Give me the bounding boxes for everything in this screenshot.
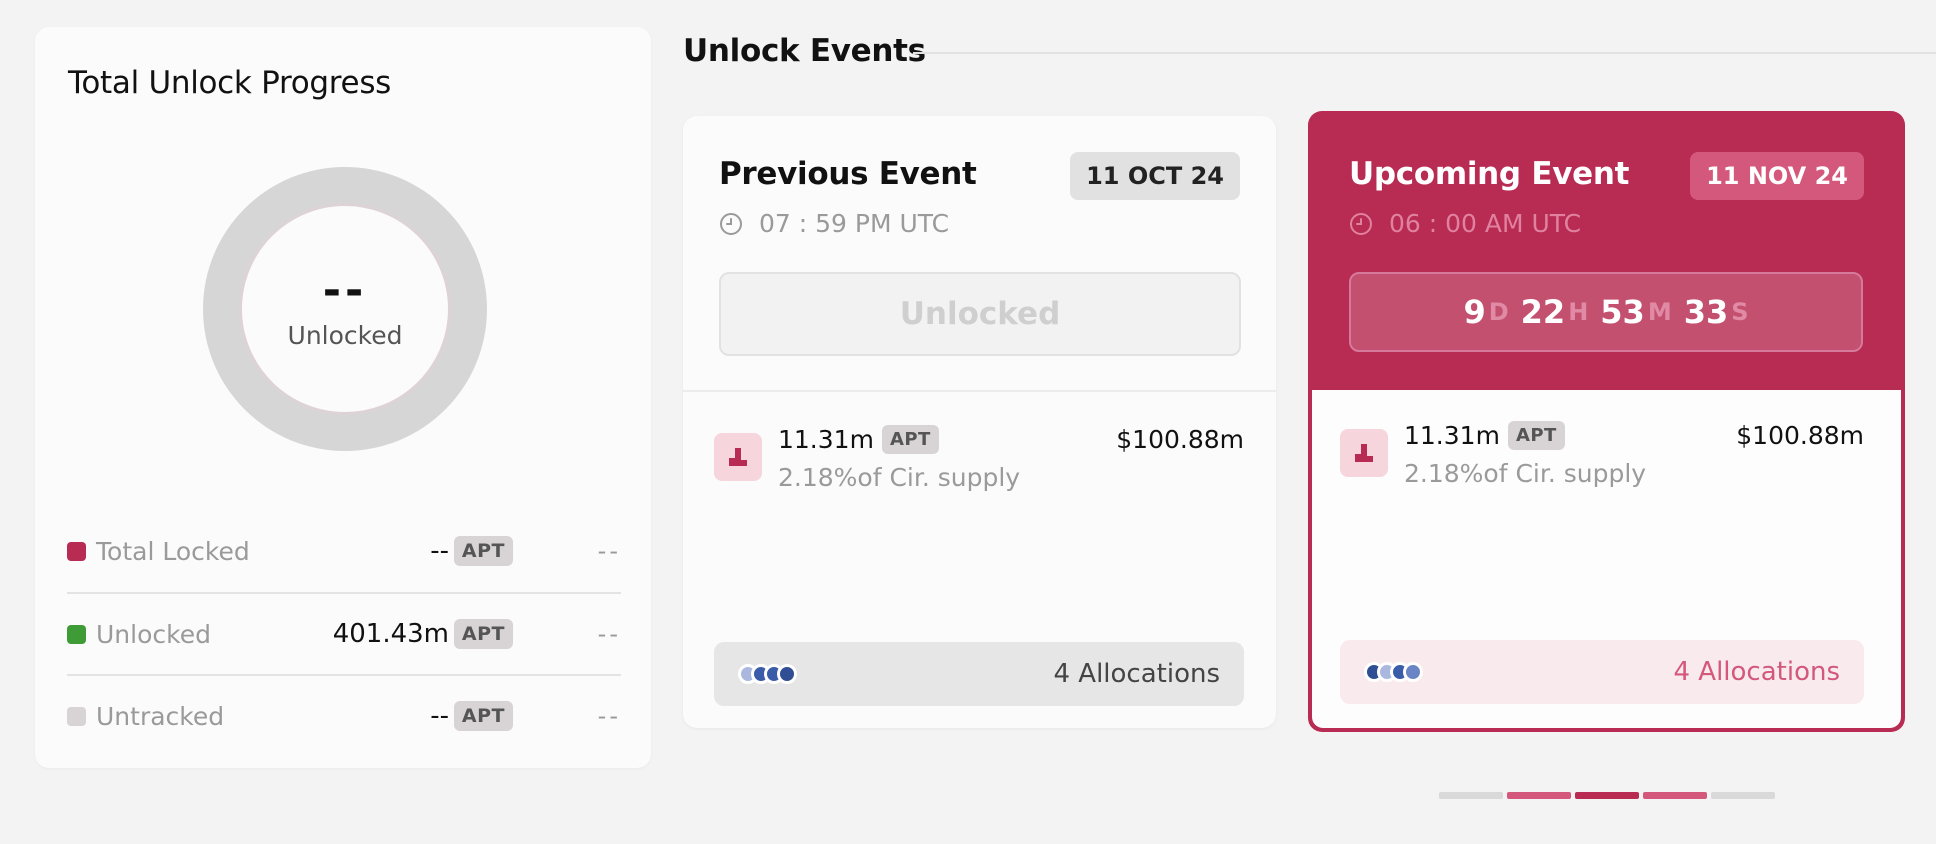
countdown-days-unit: D — [1488, 298, 1509, 326]
allocation-amount-value: 11.31m — [1404, 421, 1500, 450]
previous-event-date: 11 OCT 24 — [1070, 152, 1240, 200]
token-badge: APT — [453, 536, 513, 566]
allocation-avatars-icon — [738, 664, 797, 684]
legend-row-untracked: Untracked -- APT -- — [67, 674, 621, 756]
clock-icon — [720, 212, 742, 235]
upcoming-event-card[interactable]: Upcoming Event 11 NOV 24 06 : 00 AM UTC … — [1308, 111, 1905, 732]
legend-amount: 401.43m — [332, 619, 449, 649]
token-badge: APT — [881, 425, 939, 454]
pager-segment-3-active[interactable] — [1575, 792, 1639, 799]
allocation-usd-value: $100.88m — [1116, 425, 1244, 454]
legend-extra: -- — [597, 620, 621, 648]
legend-extra: -- — [597, 537, 621, 565]
allocation-avatars-icon — [1364, 662, 1423, 682]
allocations-button[interactable]: 4 Allocations — [714, 642, 1244, 706]
donut-value: -- — [322, 264, 368, 316]
donut-center: -- Unlocked — [239, 203, 451, 415]
unlock-donut-chart: -- Unlocked — [203, 167, 487, 451]
allocations-text: Allocations — [1078, 659, 1220, 689]
upcoming-event-body: 11.31m APT 2.18%of Cir. supply $100.88m … — [1312, 390, 1901, 728]
legend-name: Total Locked — [96, 536, 250, 566]
allocations-count: 4 — [1673, 657, 1691, 687]
progress-legend: Total Locked -- APT -- Unlocked 401.43m … — [67, 510, 621, 756]
legend-extra: -- — [597, 702, 621, 730]
token-icon — [1340, 429, 1388, 477]
countdown-hours-unit: H — [1568, 298, 1589, 326]
upcoming-event-title: Upcoming Event — [1349, 156, 1630, 192]
legend-swatch-unlocked — [67, 624, 86, 644]
countdown-seconds: 33 — [1683, 293, 1729, 331]
token-badge: APT — [453, 619, 513, 649]
donut-label: Unlocked — [287, 320, 403, 350]
countdown-minutes-unit: M — [1647, 298, 1672, 326]
carousel-pagination — [1439, 792, 1779, 799]
pager-segment-5[interactable] — [1711, 792, 1775, 799]
countdown-minutes: 53 — [1600, 293, 1645, 331]
previous-event-time-row: 07 : 59 PM UTC — [719, 209, 949, 238]
progress-title: Total Unlock Progress — [68, 65, 392, 101]
unlocked-status: Unlocked — [719, 272, 1241, 356]
allocation-dot — [777, 664, 797, 684]
token-icon — [714, 433, 762, 481]
previous-event-title: Previous Event — [719, 156, 977, 192]
allocations-label: 4 Allocations — [1053, 659, 1220, 689]
allocations-button[interactable]: 4 Allocations — [1340, 640, 1864, 704]
previous-event-time: 07 : 59 PM UTC — [759, 209, 950, 238]
pager-segment-2[interactable] — [1507, 792, 1571, 799]
allocation-amount-value: 11.31m — [778, 425, 874, 454]
token-badge: APT — [453, 701, 513, 731]
allocation-amount: 11.31m APT — [778, 425, 939, 454]
countdown-timer: 9 D 22 H 53 M 33 S — [1349, 272, 1863, 352]
section-divider — [913, 52, 1936, 54]
allocation-supply: 2.18%of Cir. supply — [778, 463, 1021, 492]
previous-event-card[interactable]: Previous Event 11 OCT 24 07 : 59 PM UTC … — [683, 116, 1276, 728]
unlock-progress-panel: Total Unlock Progress -- Unlocked Total … — [35, 27, 651, 768]
countdown-seconds-unit: S — [1731, 298, 1749, 326]
allocation-supply: 2.18%of Cir. supply — [1404, 459, 1647, 488]
allocations-text: Allocations — [1698, 657, 1840, 687]
allocation-amount: 11.31m APT — [1404, 421, 1565, 450]
upcoming-event-time: 06 : 00 AM UTC — [1389, 209, 1582, 238]
allocation-dot — [1403, 662, 1423, 682]
legend-row-unlocked: Unlocked 401.43m APT -- — [67, 592, 621, 674]
legend-amount: -- — [430, 701, 449, 731]
legend-name: Untracked — [96, 701, 225, 731]
previous-event-header: Previous Event 11 OCT 24 07 : 59 PM UTC … — [683, 116, 1276, 392]
legend-amount: -- — [430, 536, 449, 566]
legend-row-total-locked: Total Locked -- APT -- — [67, 510, 621, 592]
unlock-events-title: Unlock Events — [683, 33, 926, 69]
countdown-days: 9 — [1463, 293, 1486, 331]
pager-segment-4[interactable] — [1643, 792, 1707, 799]
upcoming-event-date: 11 NOV 24 — [1690, 152, 1864, 200]
legend-name: Unlocked — [96, 619, 211, 649]
clock-icon — [1350, 212, 1372, 235]
upcoming-event-time-row: 06 : 00 AM UTC — [1349, 209, 1581, 238]
allocations-count: 4 — [1053, 659, 1071, 689]
countdown-hours: 22 — [1520, 293, 1566, 331]
pager-segment-1[interactable] — [1439, 792, 1503, 799]
token-badge: APT — [1507, 421, 1565, 450]
allocations-label: 4 Allocations — [1673, 657, 1840, 687]
legend-swatch-total-locked — [67, 541, 86, 561]
allocation-usd-value: $100.88m — [1736, 421, 1864, 450]
page-root: Total Unlock Progress -- Unlocked Total … — [0, 0, 1936, 844]
legend-swatch-untracked — [67, 706, 86, 726]
